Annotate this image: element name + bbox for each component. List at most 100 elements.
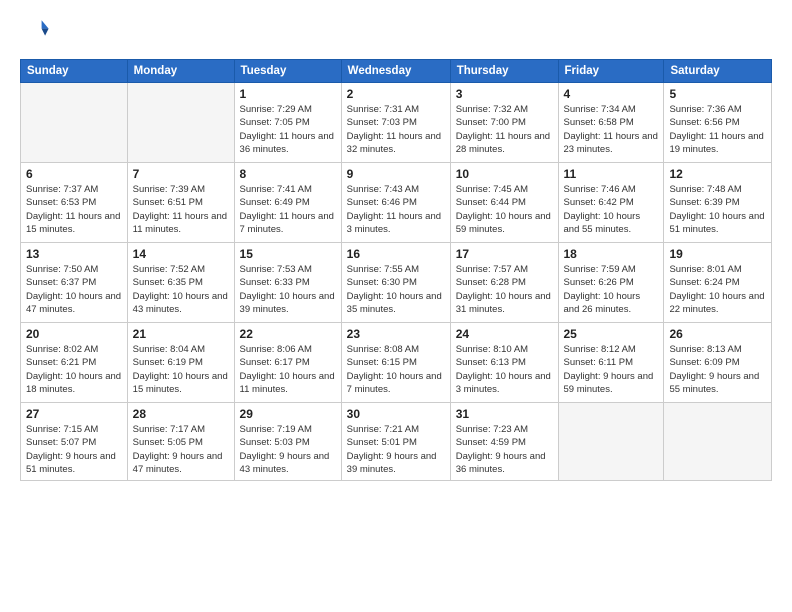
calendar-day-cell: 17 Sunrise: 7:57 AMSunset: 6:28 PMDayligh… xyxy=(450,243,558,323)
calendar-day-cell: 2Sunrise: 7:31 AMSunset: 7:03 PMDaylight… xyxy=(341,83,450,163)
calendar-week-row: 6 Sunrise: 7:37 AMSunset: 6:53 PMDaylight… xyxy=(21,163,772,243)
calendar-day-cell: 8 Sunrise: 7:41 AMSunset: 6:49 PMDaylight… xyxy=(234,163,341,243)
day-number: 27 xyxy=(26,407,122,421)
day-detail: Sunrise: 7:31 AMSunset: 7:03 PMDaylight:… xyxy=(347,103,445,156)
calendar-day-cell: 11Sunrise: 7:46 AMSunset: 6:42 PMDayligh… xyxy=(558,163,664,243)
calendar-day-cell: 12 Sunrise: 7:48 AMSunset: 6:39 PMDayligh… xyxy=(664,163,772,243)
day-number: 9 xyxy=(347,167,445,181)
day-detail: Sunrise: 8:13 AMSunset: 6:09 PMDaylight:… xyxy=(669,343,766,396)
day-number: 30 xyxy=(347,407,445,421)
day-number: 13 xyxy=(26,247,122,261)
calendar-day-cell xyxy=(127,83,234,163)
day-detail: Sunrise: 7:15 AMSunset: 5:07 PMDaylight:… xyxy=(26,423,122,476)
day-detail: Sunrise: 8:12 AMSunset: 6:11 PMDaylight:… xyxy=(564,343,659,396)
calendar-day-cell: 30 Sunrise: 7:21 AMSunset: 5:01 PMDayligh… xyxy=(341,403,450,481)
day-detail: Sunrise: 7:21 AMSunset: 5:01 PMDaylight:… xyxy=(347,423,445,476)
calendar-day-cell xyxy=(21,83,128,163)
calendar-day-cell: 10Sunrise: 7:45 AMSunset: 6:44 PMDayligh… xyxy=(450,163,558,243)
day-detail: Sunrise: 8:04 AMSunset: 6:19 PMDaylight:… xyxy=(133,343,229,396)
day-detail: Sunrise: 7:55 AMSunset: 6:30 PMDaylight:… xyxy=(347,263,445,316)
day-number: 20 xyxy=(26,327,122,341)
day-detail: Sunrise: 7:19 AMSunset: 5:03 PMDaylight:… xyxy=(240,423,336,476)
day-number: 10 xyxy=(456,167,553,181)
day-number: 24 xyxy=(456,327,553,341)
day-detail: Sunrise: 8:10 AMSunset: 6:13 PMDaylight:… xyxy=(456,343,553,396)
calendar-day-cell: 7 Sunrise: 7:39 AMSunset: 6:51 PMDaylight… xyxy=(127,163,234,243)
calendar-week-row: 20 Sunrise: 8:02 AMSunset: 6:21 PMDayligh… xyxy=(21,323,772,403)
day-detail: Sunrise: 7:57 AMSunset: 6:28 PMDaylight:… xyxy=(456,263,553,316)
day-detail: Sunrise: 8:08 AMSunset: 6:15 PMDaylight:… xyxy=(347,343,445,396)
day-number: 8 xyxy=(240,167,336,181)
day-detail: Sunrise: 7:50 AMSunset: 6:37 PMDaylight:… xyxy=(26,263,122,316)
weekday-header: Monday xyxy=(127,60,234,83)
calendar-day-cell: 24 Sunrise: 8:10 AMSunset: 6:13 PMDayligh… xyxy=(450,323,558,403)
day-detail: Sunrise: 8:06 AMSunset: 6:17 PMDaylight:… xyxy=(240,343,336,396)
calendar-day-cell: 20 Sunrise: 8:02 AMSunset: 6:21 PMDayligh… xyxy=(21,323,128,403)
day-detail: Sunrise: 7:36 AMSunset: 6:56 PMDaylight:… xyxy=(669,103,766,156)
calendar-day-cell: 25 Sunrise: 8:12 AMSunset: 6:11 PMDayligh… xyxy=(558,323,664,403)
day-detail: Sunrise: 7:41 AMSunset: 6:49 PMDaylight:… xyxy=(240,183,336,236)
calendar-body: 1 Sunrise: 7:29 AMSunset: 7:05 PMDaylight… xyxy=(21,83,772,481)
day-number: 17 xyxy=(456,247,553,261)
weekday-header: Wednesday xyxy=(341,60,450,83)
calendar-day-cell: 27 Sunrise: 7:15 AMSunset: 5:07 PMDayligh… xyxy=(21,403,128,481)
calendar-day-cell: 28 Sunrise: 7:17 AMSunset: 5:05 PMDayligh… xyxy=(127,403,234,481)
day-number: 7 xyxy=(133,167,229,181)
day-detail: Sunrise: 7:29 AMSunset: 7:05 PMDaylight:… xyxy=(240,103,336,156)
day-detail: Sunrise: 8:02 AMSunset: 6:21 PMDaylight:… xyxy=(26,343,122,396)
calendar-day-cell: 21Sunrise: 8:04 AMSunset: 6:19 PMDayligh… xyxy=(127,323,234,403)
day-number: 16 xyxy=(347,247,445,261)
calendar-day-cell: 13 Sunrise: 7:50 AMSunset: 6:37 PMDayligh… xyxy=(21,243,128,323)
calendar-day-cell: 5 Sunrise: 7:36 AMSunset: 6:56 PMDaylight… xyxy=(664,83,772,163)
calendar-week-row: 1 Sunrise: 7:29 AMSunset: 7:05 PMDaylight… xyxy=(21,83,772,163)
day-number: 19 xyxy=(669,247,766,261)
calendar-day-cell: 6 Sunrise: 7:37 AMSunset: 6:53 PMDaylight… xyxy=(21,163,128,243)
day-detail: Sunrise: 7:39 AMSunset: 6:51 PMDaylight:… xyxy=(133,183,229,236)
day-detail: Sunrise: 7:52 AMSunset: 6:35 PMDaylight:… xyxy=(133,263,229,316)
page: SundayMondayTuesdayWednesdayThursdayFrid… xyxy=(0,0,792,612)
day-number: 6 xyxy=(26,167,122,181)
day-number: 18 xyxy=(564,247,659,261)
day-number: 12 xyxy=(669,167,766,181)
calendar-week-row: 13 Sunrise: 7:50 AMSunset: 6:37 PMDayligh… xyxy=(21,243,772,323)
day-detail: Sunrise: 7:32 AMSunset: 7:00 PMDaylight:… xyxy=(456,103,553,156)
day-number: 22 xyxy=(240,327,336,341)
calendar-day-cell: 15Sunrise: 7:53 AMSunset: 6:33 PMDayligh… xyxy=(234,243,341,323)
calendar-day-cell: 18 Sunrise: 7:59 AMSunset: 6:26 PMDayligh… xyxy=(558,243,664,323)
logo xyxy=(20,16,52,49)
weekday-header: Friday xyxy=(558,60,664,83)
calendar-day-cell: 3 Sunrise: 7:32 AMSunset: 7:00 PMDaylight… xyxy=(450,83,558,163)
calendar-header-row: SundayMondayTuesdayWednesdayThursdayFrid… xyxy=(21,60,772,83)
day-detail: Sunrise: 7:34 AMSunset: 6:58 PMDaylight:… xyxy=(564,103,659,156)
weekday-header: Saturday xyxy=(664,60,772,83)
day-detail: Sunrise: 7:48 AMSunset: 6:39 PMDaylight:… xyxy=(669,183,766,236)
day-number: 4 xyxy=(564,87,659,101)
day-detail: Sunrise: 7:46 AMSunset: 6:42 PMDaylight:… xyxy=(564,183,659,236)
day-detail: Sunrise: 8:01 AMSunset: 6:24 PMDaylight:… xyxy=(669,263,766,316)
weekday-header: Thursday xyxy=(450,60,558,83)
weekday-header: Tuesday xyxy=(234,60,341,83)
day-number: 5 xyxy=(669,87,766,101)
calendar-day-cell: 26 Sunrise: 8:13 AMSunset: 6:09 PMDayligh… xyxy=(664,323,772,403)
day-detail: Sunrise: 7:53 AMSunset: 6:33 PMDaylight:… xyxy=(240,263,336,316)
weekday-header: Sunday xyxy=(21,60,128,83)
day-detail: Sunrise: 7:43 AMSunset: 6:46 PMDaylight:… xyxy=(347,183,445,236)
calendar-day-cell xyxy=(558,403,664,481)
day-number: 28 xyxy=(133,407,229,421)
day-detail: Sunrise: 7:23 AMSunset: 4:59 PMDaylight:… xyxy=(456,423,553,476)
day-detail: Sunrise: 7:37 AMSunset: 6:53 PMDaylight:… xyxy=(26,183,122,236)
day-number: 25 xyxy=(564,327,659,341)
day-number: 3 xyxy=(456,87,553,101)
day-number: 31 xyxy=(456,407,553,421)
day-detail: Sunrise: 7:17 AMSunset: 5:05 PMDaylight:… xyxy=(133,423,229,476)
calendar-day-cell: 4 Sunrise: 7:34 AMSunset: 6:58 PMDaylight… xyxy=(558,83,664,163)
calendar-day-cell xyxy=(664,403,772,481)
day-number: 1 xyxy=(240,87,336,101)
day-number: 29 xyxy=(240,407,336,421)
day-number: 26 xyxy=(669,327,766,341)
header xyxy=(20,16,772,49)
day-number: 14 xyxy=(133,247,229,261)
day-detail: Sunrise: 7:59 AMSunset: 6:26 PMDaylight:… xyxy=(564,263,659,316)
logo-icon xyxy=(22,16,50,44)
calendar-day-cell: 29 Sunrise: 7:19 AMSunset: 5:03 PMDayligh… xyxy=(234,403,341,481)
